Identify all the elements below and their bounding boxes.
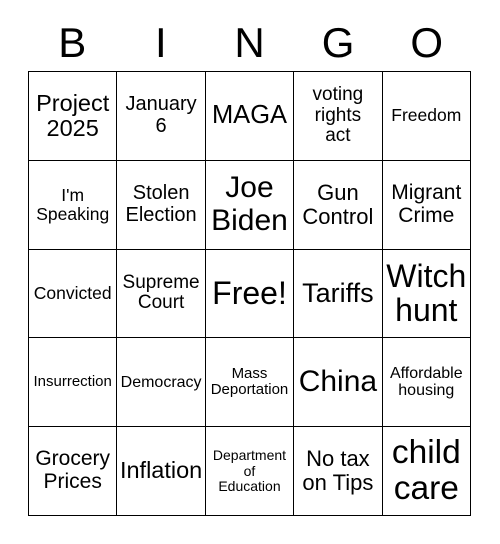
- bingo-cell-label: China: [298, 365, 378, 399]
- bingo-cell-label: Affordable housing: [389, 365, 463, 400]
- bingo-cell-label: Insurrection: [33, 373, 112, 391]
- bingo-cell[interactable]: Joe Biden: [205, 160, 295, 250]
- bingo-cell[interactable]: Project 2025: [29, 72, 118, 161]
- bingo-header-letter-o: O: [410, 18, 443, 66]
- bingo-cell-label: Gun Control: [302, 179, 374, 229]
- bingo-cell[interactable]: China: [294, 338, 383, 428]
- bingo-cell-label: January 6: [125, 93, 197, 137]
- bingo-cell-label: Freedom: [391, 105, 462, 126]
- bingo-cell[interactable]: MAGA: [205, 72, 295, 161]
- bingo-cell-label: Supreme Court: [122, 271, 200, 314]
- bingo-cell-label: Project 2025: [36, 89, 110, 141]
- bingo-cell[interactable]: Democracy: [117, 338, 206, 428]
- bingo-cell-label: Democracy: [120, 373, 202, 391]
- bingo-cell[interactable]: Inflation: [117, 427, 206, 516]
- bingo-cell[interactable]: Freedom: [382, 72, 471, 161]
- bingo-cell[interactable]: Supreme Court: [117, 249, 206, 339]
- bingo-grid: Project 2025 January 6 MAGA voting rights a…: [28, 71, 471, 516]
- bingo-header-letter-b: B: [58, 18, 87, 66]
- bingo-cell-label: Migrant Crime: [391, 181, 462, 227]
- bingo-cell[interactable]: Tariffs: [294, 249, 383, 339]
- bingo-cell[interactable]: Affordable housing: [382, 338, 471, 428]
- bingo-cell-label: Joe Biden: [211, 171, 288, 237]
- bingo-cell[interactable]: Grocery Prices: [29, 427, 118, 516]
- bingo-cell[interactable]: voting rights act: [294, 72, 383, 161]
- bingo-cell-label: Convicted: [33, 283, 112, 304]
- bingo-cell-label: Stolen Election: [125, 182, 197, 226]
- bingo-cell-label: Department of Education: [212, 447, 287, 494]
- bingo-cell[interactable]: No tax on Tips: [294, 427, 383, 516]
- bingo-cell[interactable]: child care: [382, 427, 471, 516]
- bingo-cell[interactable]: Witch hunt: [382, 249, 471, 339]
- bingo-cell-label: Witch hunt: [386, 257, 467, 329]
- bingo-cell-label: voting rights act: [312, 84, 364, 147]
- bingo-cell[interactable]: January 6: [117, 72, 206, 161]
- bingo-cell-label: Grocery Prices: [35, 447, 111, 494]
- bingo-card: B I N G O Project 2025 January 6 MAGA votin…: [0, 0, 500, 544]
- bingo-cell[interactable]: Mass Deportation: [205, 338, 295, 428]
- bingo-cell-label: No tax on Tips: [302, 446, 374, 496]
- bingo-header-letter-g: G: [321, 18, 355, 66]
- bingo-cell-label: Mass Deportation: [210, 365, 289, 399]
- bingo-cell[interactable]: Department of Education: [205, 427, 295, 516]
- bingo-cell[interactable]: Stolen Election: [117, 160, 206, 250]
- bingo-cell-label: MAGA: [211, 101, 288, 130]
- bingo-cell[interactable]: Migrant Crime: [382, 160, 471, 250]
- bingo-header-row: B I N G O: [28, 14, 471, 71]
- bingo-cell[interactable]: Gun Control: [294, 160, 383, 250]
- bingo-cell[interactable]: Insurrection: [29, 338, 118, 428]
- bingo-cell-label: I'm Speaking: [36, 184, 110, 224]
- bingo-cell-label: child care: [391, 433, 461, 508]
- bingo-cell-label: Tariffs: [302, 277, 374, 308]
- bingo-cell-label: Inflation: [119, 457, 203, 484]
- bingo-header-letter-n: N: [234, 18, 265, 66]
- bingo-cell[interactable]: Free!: [205, 249, 295, 339]
- bingo-cell[interactable]: I'm Speaking: [29, 160, 118, 250]
- bingo-header-letter-i: I: [155, 18, 167, 66]
- bingo-cell[interactable]: Convicted: [29, 249, 118, 339]
- bingo-cell-label: Free!: [212, 275, 287, 312]
